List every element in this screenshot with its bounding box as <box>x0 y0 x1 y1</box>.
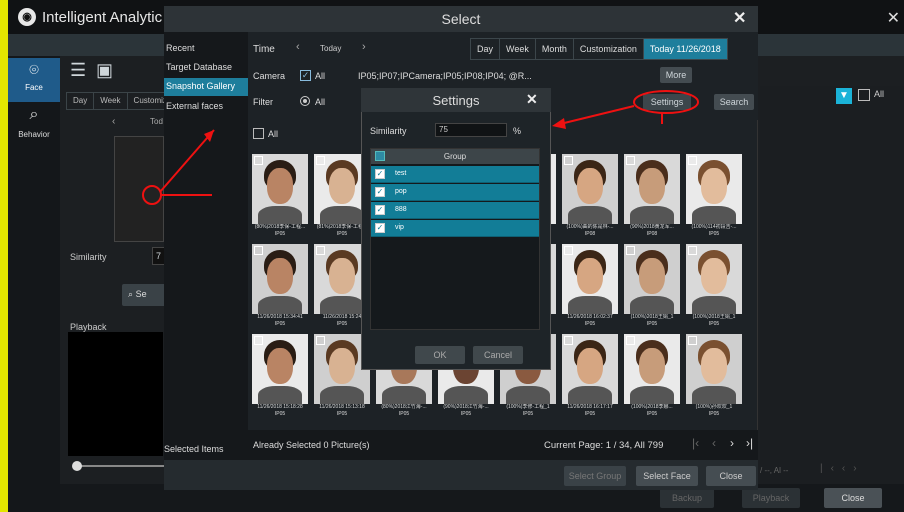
annotation-circle-settings <box>633 90 699 114</box>
annotation-arrowhead-similarity <box>552 118 566 129</box>
annotation-arrow-similarity <box>555 105 635 126</box>
annotation-arrow-external <box>159 129 215 193</box>
annotation-overlay <box>142 90 699 205</box>
annotation-circle-preview <box>142 185 162 205</box>
